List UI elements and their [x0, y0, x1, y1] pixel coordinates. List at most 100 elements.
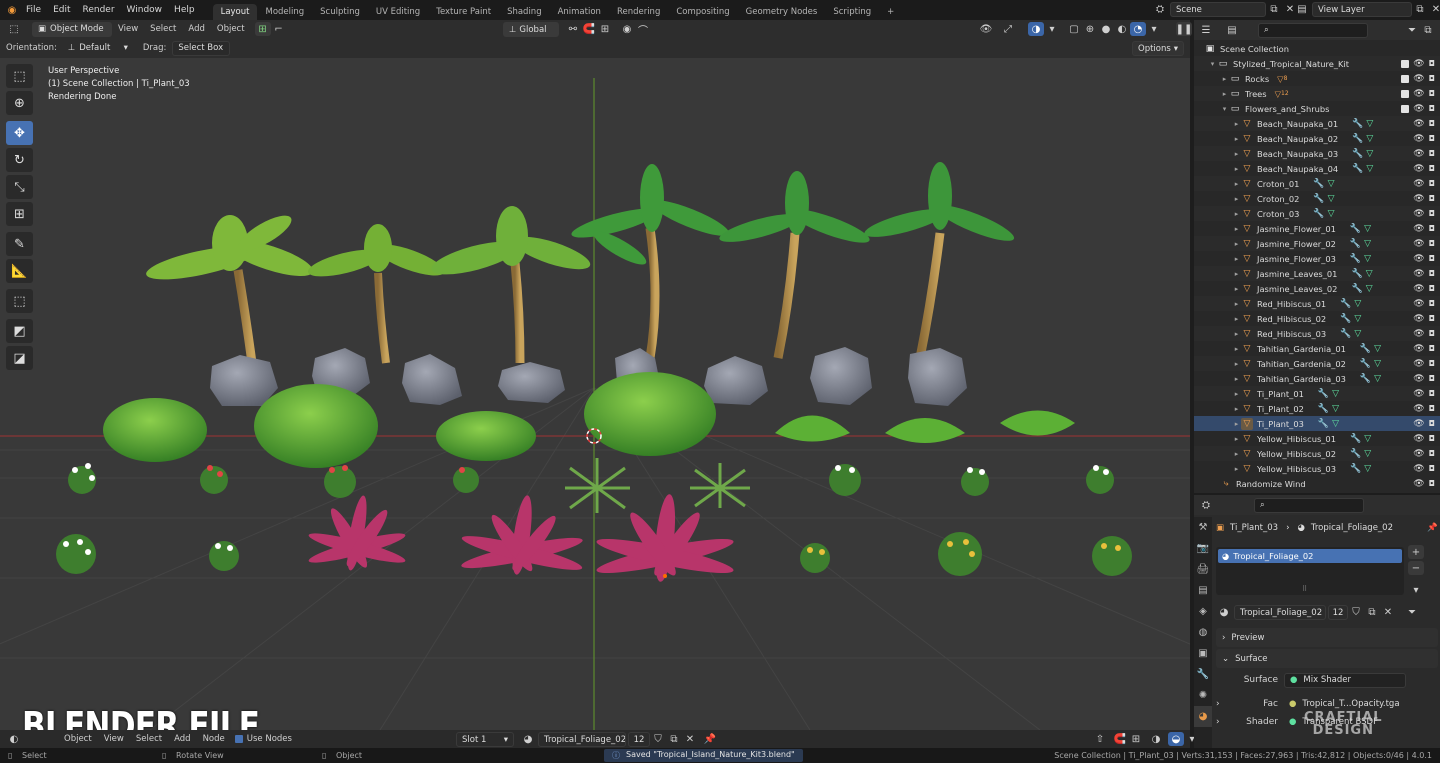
randomize-wind-row[interactable]: ⤷ Randomize Wind 👁 ◘ [1194, 476, 1440, 491]
eye-icon[interactable]: 👁 [1413, 329, 1424, 339]
view-layer-field[interactable]: View Layer [1312, 2, 1412, 17]
render-tab-icon[interactable]: 📷 [1194, 538, 1212, 559]
tab-animation[interactable]: Animation [550, 4, 609, 20]
camera-icon[interactable]: ◘ [1429, 374, 1435, 383]
eye-icon[interactable]: 👁 [1413, 59, 1424, 69]
expand-icon[interactable]: ▸ [1232, 135, 1241, 143]
mesh-data-icon[interactable]: ▽ [1354, 329, 1361, 339]
unlink-material-icon[interactable]: ✕ [1380, 606, 1396, 620]
exclude-checkbox[interactable] [1401, 59, 1410, 68]
unlink-material-icon[interactable]: ✕ [682, 733, 698, 747]
camera-icon[interactable]: ◘ [1429, 479, 1435, 488]
camera-icon[interactable]: ◘ [1429, 344, 1435, 353]
material-browse-icon[interactable]: ◕ [1216, 606, 1232, 620]
duplicate-material-icon[interactable]: ⧉ [666, 733, 682, 747]
overlay-footer-icon[interactable]: ◑ [1148, 732, 1164, 746]
modifier-wrench-icon[interactable]: 🔧 [1313, 209, 1324, 219]
expand-icon[interactable]: ▸ [1232, 210, 1241, 218]
outliner-object-row[interactable]: ▸ ▽ Beach_Naupaka_04 🔧 ▽ 👁 ◘ [1194, 161, 1440, 176]
visibility-icon[interactable]: 👁 [978, 22, 994, 36]
camera-icon[interactable]: ◘ [1429, 89, 1435, 98]
overlays-icon[interactable]: ◑ [1028, 22, 1044, 36]
expand-icon[interactable]: ▸ [1220, 75, 1229, 83]
gizmo-icon[interactable]: ⤢ [1000, 22, 1016, 36]
output-tab-icon[interactable]: 🖨 [1194, 559, 1212, 580]
camera-icon[interactable]: ◘ [1429, 464, 1435, 473]
mesh-data-icon[interactable]: ▽ [1366, 164, 1373, 174]
modifier-wrench-icon[interactable]: 🔧 [1350, 224, 1361, 234]
3d-viewport[interactable]: User Perspective (1) Scene Collection | … [0, 58, 1190, 730]
outliner-object-row[interactable]: ▸ ▽ Jasmine_Leaves_02 🔧 ▽ 👁 ◘ [1194, 281, 1440, 296]
pin-icon[interactable]: 📌 [1427, 523, 1438, 533]
expand-icon[interactable]: ▸ [1232, 165, 1241, 173]
tab-shading[interactable]: Shading [499, 4, 550, 20]
footer-menu-add[interactable]: Add [168, 734, 196, 744]
mesh-data-icon[interactable]: ▽ [1354, 314, 1361, 324]
expand-icon[interactable]: ▸ [1232, 450, 1241, 458]
mesh-data-icon[interactable]: ▽ [1332, 419, 1339, 429]
material-name-field[interactable]: Tropical_Foliage_02 [538, 732, 626, 747]
eye-icon[interactable]: 👁 [1413, 299, 1424, 309]
new-collection-icon[interactable]: ⧉ [1420, 23, 1436, 37]
expand-icon[interactable]: ▸ [1232, 120, 1241, 128]
select-box-tool-icon[interactable]: ⬚ [6, 64, 33, 88]
snap-origin-icon[interactable]: ⌐ [271, 22, 287, 36]
eye-icon[interactable]: 👁 [1413, 74, 1424, 84]
menu-window[interactable]: Window [121, 5, 169, 15]
mesh-data-icon[interactable]: ▽ [1332, 404, 1339, 414]
expand-icon[interactable]: ▸ [1220, 90, 1229, 98]
modifier-wrench-icon[interactable]: 🔧 [1350, 254, 1361, 264]
footer-menu-view[interactable]: View [98, 734, 130, 744]
camera-icon[interactable]: ◘ [1429, 164, 1435, 173]
mesh-data-icon[interactable]: ▽ [1366, 149, 1373, 159]
expand-icon[interactable]: ▸ [1232, 390, 1241, 398]
eye-icon[interactable]: 👁 [1413, 479, 1424, 489]
mesh-data-icon[interactable]: ▽ [1328, 209, 1335, 219]
snap-target-footer-icon[interactable]: ⊞ [1128, 732, 1144, 746]
tab-texture-paint[interactable]: Texture Paint [428, 4, 499, 20]
pause-render-icon[interactable]: ❚❚ [1176, 22, 1192, 36]
scene-tab-icon[interactable]: ◈ [1194, 601, 1212, 622]
eye-icon[interactable]: 👁 [1413, 179, 1424, 189]
modifier-tab-icon[interactable]: 🔧 [1194, 664, 1212, 685]
eye-icon[interactable]: 👁 [1413, 194, 1424, 204]
outliner-object-row[interactable]: ▸ ▽ Jasmine_Flower_02 🔧 ▽ 👁 ◘ [1194, 236, 1440, 251]
mesh-data-icon[interactable]: ▽ [1364, 224, 1371, 234]
duplicate-material-icon[interactable]: ⧉ [1364, 606, 1380, 620]
modifier-wrench-icon[interactable]: 🔧 [1313, 194, 1324, 204]
fake-user-shield-icon[interactable]: ⛉ [1348, 606, 1364, 620]
outliner-object-row[interactable]: ▸ ▽ Ti_Plant_01 🔧 ▽ 👁 ◘ [1194, 386, 1440, 401]
expand-icon[interactable]: ▸ [1232, 405, 1241, 413]
eye-icon[interactable]: 👁 [1413, 89, 1424, 99]
object-tab-icon[interactable]: ▣ [1194, 643, 1212, 664]
outliner-object-row[interactable]: ▸ ▽ Croton_02 🔧 ▽ 👁 ◘ [1194, 191, 1440, 206]
mesh-data-icon[interactable]: ▽ [1328, 179, 1335, 189]
slot-dropdown[interactable]: Slot 1 ▾ [456, 732, 514, 747]
outliner-object-row[interactable]: ▸ ▽ Yellow_Hibiscus_01 🔧 ▽ 👁 ◘ [1194, 431, 1440, 446]
eye-icon[interactable]: 👁 [1413, 239, 1424, 249]
tab-modeling[interactable]: Modeling [257, 4, 312, 20]
material-users-count[interactable]: 12 [628, 732, 650, 747]
measure-tool-icon[interactable]: 📐 [6, 259, 33, 283]
expand-icon[interactable]: ▸ [1232, 435, 1241, 443]
eye-icon[interactable]: 👁 [1413, 164, 1424, 174]
tab-rendering[interactable]: Rendering [609, 4, 668, 20]
properties-editor-icon[interactable]: ⛭ [1198, 498, 1214, 512]
modifier-wrench-icon[interactable]: 🔧 [1350, 464, 1361, 474]
wireframe-shading-icon[interactable]: ⊕ [1082, 22, 1098, 36]
exclude-checkbox[interactable] [1401, 74, 1410, 83]
material-name-field[interactable]: Tropical_Foliage_02 [1234, 605, 1326, 620]
modifier-wrench-icon[interactable]: 🔧 [1351, 269, 1362, 279]
eye-icon[interactable]: 👁 [1413, 389, 1424, 399]
rendered-shading-icon[interactable]: ◔ [1130, 22, 1146, 36]
camera-icon[interactable]: ◘ [1429, 104, 1435, 113]
mesh-data-icon[interactable]: ▽ [1374, 374, 1381, 384]
editor-type-icon[interactable]: ⬚ [6, 22, 22, 36]
camera-icon[interactable]: ◘ [1429, 239, 1435, 248]
camera-icon[interactable]: ◘ [1429, 449, 1435, 458]
tab-layout[interactable]: Layout [212, 4, 258, 20]
flowers-collection-row[interactable]: ▾ ▭ Flowers_and_Shrubs 👁 ◘ [1194, 101, 1440, 116]
parent-node-tree-icon[interactable]: ⇧ [1092, 732, 1108, 746]
eye-icon[interactable]: 👁 [1413, 359, 1424, 369]
outliner-object-row[interactable]: ▸ ▽ Jasmine_Flower_01 🔧 ▽ 👁 ◘ [1194, 221, 1440, 236]
